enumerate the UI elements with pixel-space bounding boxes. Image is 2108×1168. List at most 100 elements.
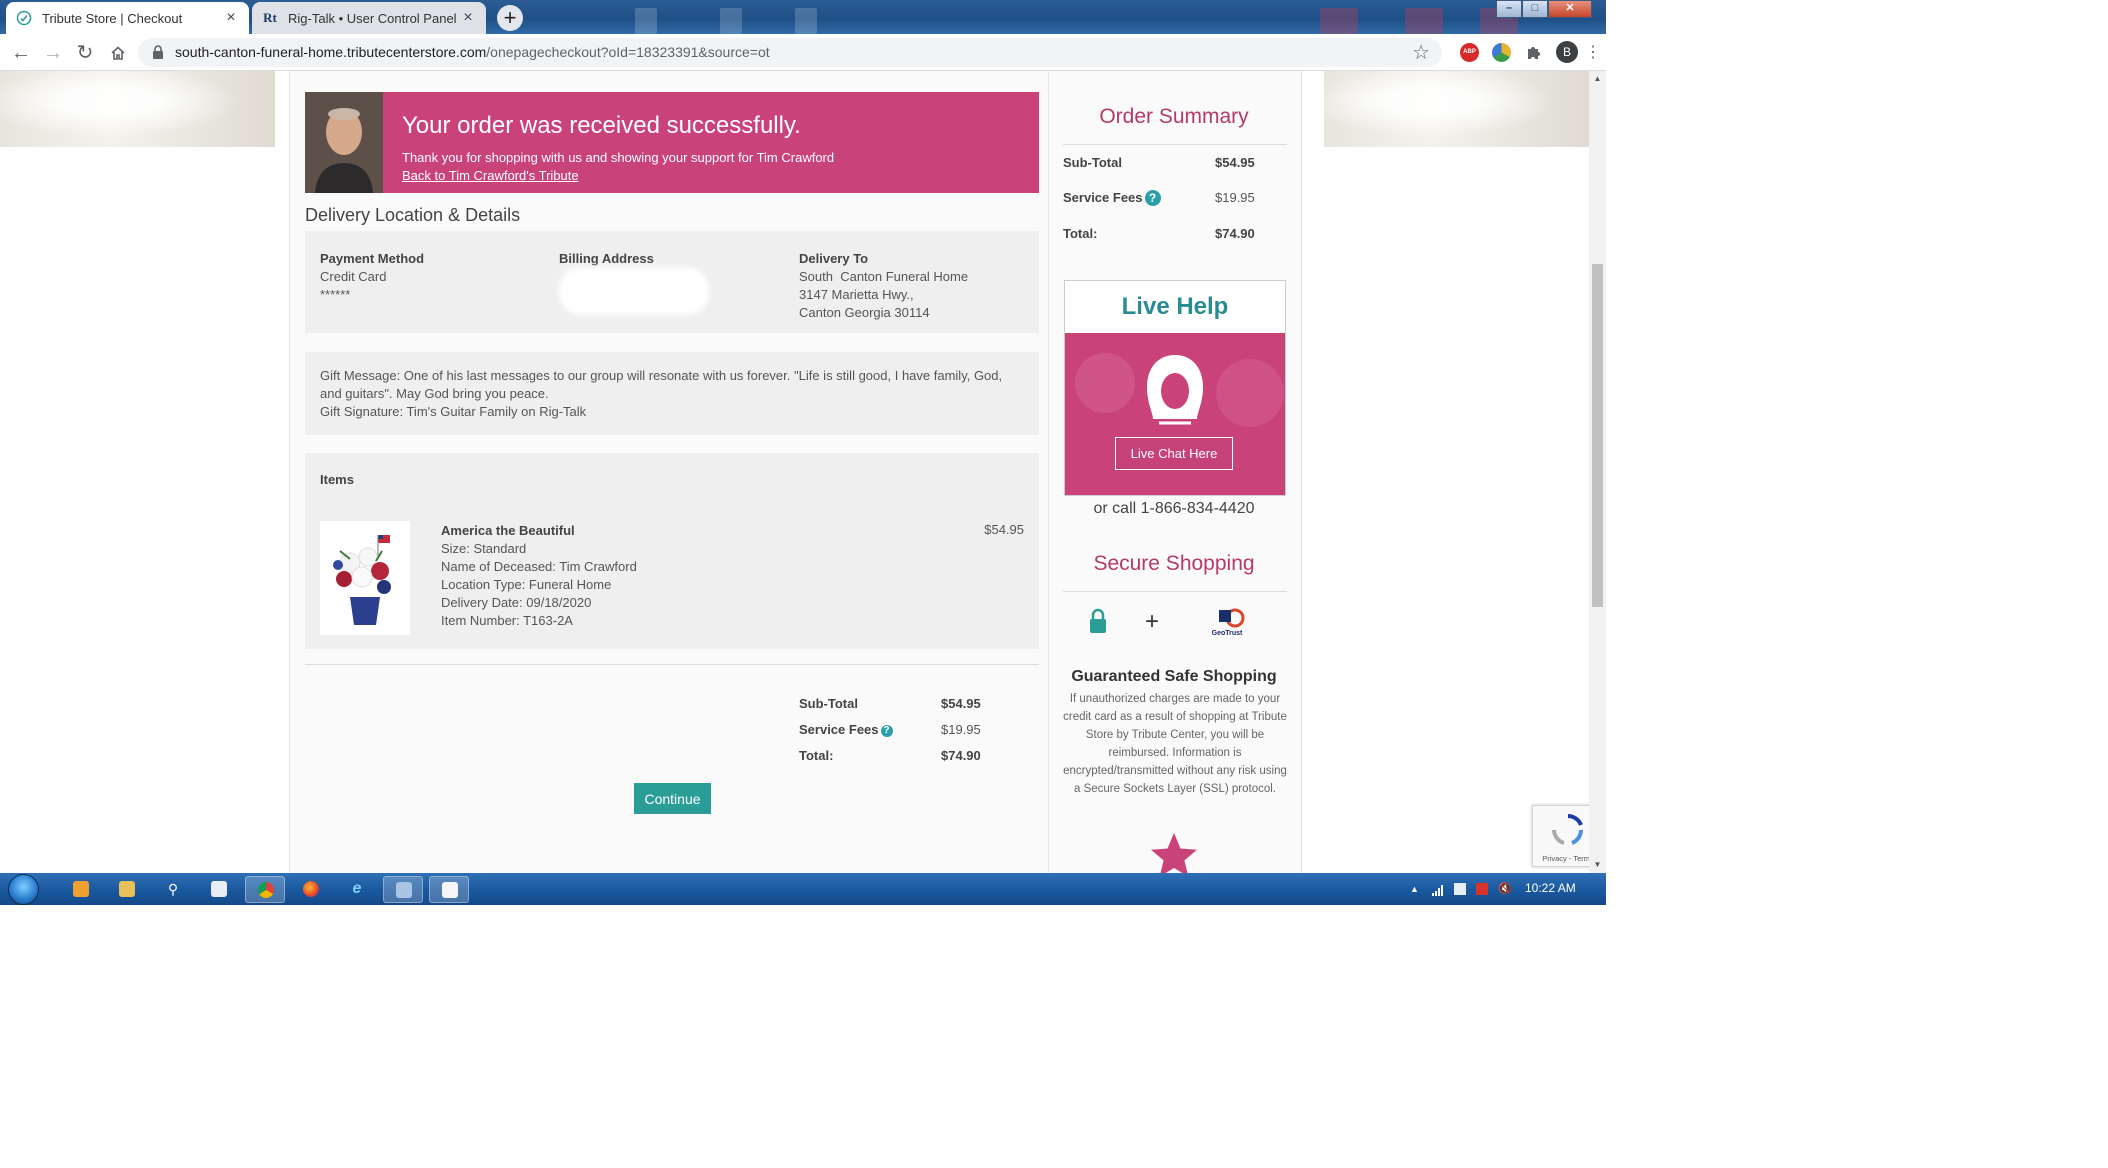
maximize-icon[interactable]: □: [1522, 0, 1548, 18]
profile-avatar[interactable]: B: [1556, 41, 1578, 63]
network-signal-icon[interactable]: [1432, 883, 1444, 896]
browser-toolbar: ← → ↻ south-canton-funeral-home.tributec…: [0, 34, 1606, 71]
service-fees-value: $19.95: [941, 722, 981, 737]
taskbar-explorer[interactable]: [107, 876, 147, 903]
total-value: $74.90: [941, 748, 981, 763]
back-to-tribute-link[interactable]: Back to Tim Crawford's Tribute: [402, 168, 579, 183]
chrome-icon: [258, 882, 274, 898]
start-button[interactable]: [8, 874, 39, 905]
help-icon[interactable]: ?: [880, 725, 893, 737]
taskbar-firefox[interactable]: [291, 876, 331, 903]
window-close-icon[interactable]: ✕: [1548, 0, 1592, 18]
address-bar[interactable]: south-canton-funeral-home.tributecenters…: [138, 38, 1442, 67]
url-text: south-canton-funeral-home.tributecenters…: [175, 44, 770, 60]
menu-dots-icon[interactable]: ⋮: [1585, 43, 1601, 62]
url-path: /onepagecheckout?oId=18323391&source=ot: [486, 44, 770, 60]
delivery-to-label: Delivery To: [799, 251, 869, 266]
browser-tab-strip: Tribute Store | Checkout × Rt Rig-Talk •…: [0, 0, 1606, 34]
delivery-to: Delivery To South Canton Funeral Home 31…: [799, 250, 968, 322]
tribute-store-favicon-icon: [16, 10, 32, 26]
adblock-extension-icon[interactable]: ABP: [1460, 43, 1479, 62]
taskbar-app[interactable]: [383, 876, 423, 903]
success-subtitle: Thank you for shopping with us and showi…: [402, 150, 835, 165]
continue-button[interactable]: Continue: [634, 783, 711, 814]
internet-explorer-icon: e: [352, 880, 362, 897]
summary-subtotal-value: $54.95: [1215, 155, 1255, 170]
item-delivery-date: Delivery Date: 09/18/2020: [441, 595, 592, 610]
item-size: Size: Standard: [441, 541, 527, 556]
background-flower-image: [1324, 71, 1590, 147]
recaptcha-icon: [1552, 814, 1583, 845]
taskbar-document[interactable]: [199, 876, 239, 903]
media-player-icon: [73, 881, 89, 897]
new-tab-button[interactable]: +: [497, 5, 523, 31]
main-column: Your order was received successfully. Th…: [305, 71, 1039, 873]
payment-method: Payment Method Credit Card ******: [320, 250, 424, 304]
rig-talk-favicon-icon: Rt: [263, 10, 277, 25]
item-location-type: Location Type: Funeral Home: [441, 577, 612, 592]
tray-expand-icon[interactable]: ▲: [1410, 883, 1422, 895]
summary-total-label: Total:: [1063, 226, 1098, 241]
summary-fees-value: $19.95: [1215, 190, 1255, 205]
tab-rig-talk[interactable]: Rt Rig-Talk • User Control Panel • V ×: [252, 2, 486, 34]
app-icon: [396, 882, 412, 898]
gift-signature: Gift Signature: Tim's Guitar Family on R…: [320, 404, 587, 419]
scroll-up-arrow-icon[interactable]: ▲: [1589, 71, 1606, 87]
taskbar-ie[interactable]: e: [337, 876, 377, 903]
search-icon: ⚲: [167, 881, 179, 897]
delivery-line: 3147 Marietta Hwy.,: [799, 287, 914, 302]
taskbar-chrome[interactable]: [245, 876, 285, 903]
secure-shopping-title: Secure Shopping: [1093, 552, 1255, 575]
extension-icon[interactable]: [1492, 43, 1511, 62]
taskbar-notepad[interactable]: [429, 876, 469, 903]
taskbar-clock[interactable]: 10:22 AM: [1525, 881, 1576, 895]
notepad-icon: [442, 882, 458, 898]
deceased-photo: [305, 92, 383, 193]
volume-muted-icon[interactable]: 🔇: [1498, 883, 1512, 895]
delivery-line: South Canton Funeral Home: [799, 269, 969, 284]
tab-title: Tribute Store | Checkout: [42, 10, 183, 26]
payment-method-value: Credit Card: [320, 269, 387, 284]
geotrust-logo: GeoTrust: [1203, 608, 1251, 642]
bookmark-star-icon[interactable]: ☆: [1412, 40, 1430, 65]
tray-flag-icon[interactable]: [1476, 883, 1488, 895]
scroll-thumb[interactable]: [1592, 264, 1603, 607]
taskbar-media-player[interactable]: [61, 876, 101, 903]
firefox-icon: [303, 881, 319, 897]
lock-icon: [153, 45, 163, 59]
order-info-panel: Payment Method Credit Card ****** Billin…: [305, 231, 1039, 333]
total-label: Total:: [799, 748, 834, 763]
page-scrollbar[interactable]: ▲ ▼: [1589, 71, 1606, 873]
plus-icon: +: [1145, 608, 1160, 635]
success-title: Your order was received successfully.: [402, 112, 801, 139]
divider: [305, 664, 1039, 665]
gift-message: Gift Message: One of his last messages t…: [320, 368, 1003, 401]
home-icon[interactable]: [105, 40, 131, 66]
desktop-decoration: [1405, 8, 1443, 34]
tray-app-icon[interactable]: [1454, 883, 1466, 895]
minimize-icon[interactable]: –: [1496, 0, 1522, 18]
item-details: America the Beautiful Size: Standard Nam…: [441, 522, 637, 630]
live-chat-button[interactable]: Live Chat Here: [1115, 437, 1233, 470]
close-tab-icon[interactable]: ×: [460, 9, 476, 27]
tab-tribute-store-checkout[interactable]: Tribute Store | Checkout ×: [6, 2, 249, 34]
taskbar-search[interactable]: ⚲: [153, 876, 193, 903]
padlock-icon: [1090, 608, 1106, 633]
extensions-puzzle-icon[interactable]: [1524, 43, 1543, 62]
desktop-decoration: [1320, 8, 1358, 34]
desktop-decoration: [720, 8, 742, 34]
live-help-image: Live Chat Here: [1065, 333, 1285, 495]
summary-subtotal-label: Sub-Total: [1063, 155, 1122, 170]
gift-message-panel: Gift Message: One of his last messages t…: [305, 352, 1039, 435]
back-arrow-icon[interactable]: ←: [8, 40, 34, 66]
summary-total-value: $74.90: [1215, 226, 1255, 241]
close-tab-icon[interactable]: ×: [223, 9, 239, 27]
reload-icon[interactable]: ↻: [72, 40, 98, 66]
folder-icon: [119, 881, 135, 897]
delivery-heading: Delivery Location & Details: [305, 205, 521, 225]
forward-arrow-icon[interactable]: →: [40, 40, 66, 66]
payment-card-masked: ******: [320, 287, 351, 302]
item-number: Item Number: T163-2A: [441, 613, 573, 628]
help-icon[interactable]: ?: [1144, 190, 1161, 206]
scroll-down-arrow-icon[interactable]: ▼: [1589, 857, 1606, 873]
